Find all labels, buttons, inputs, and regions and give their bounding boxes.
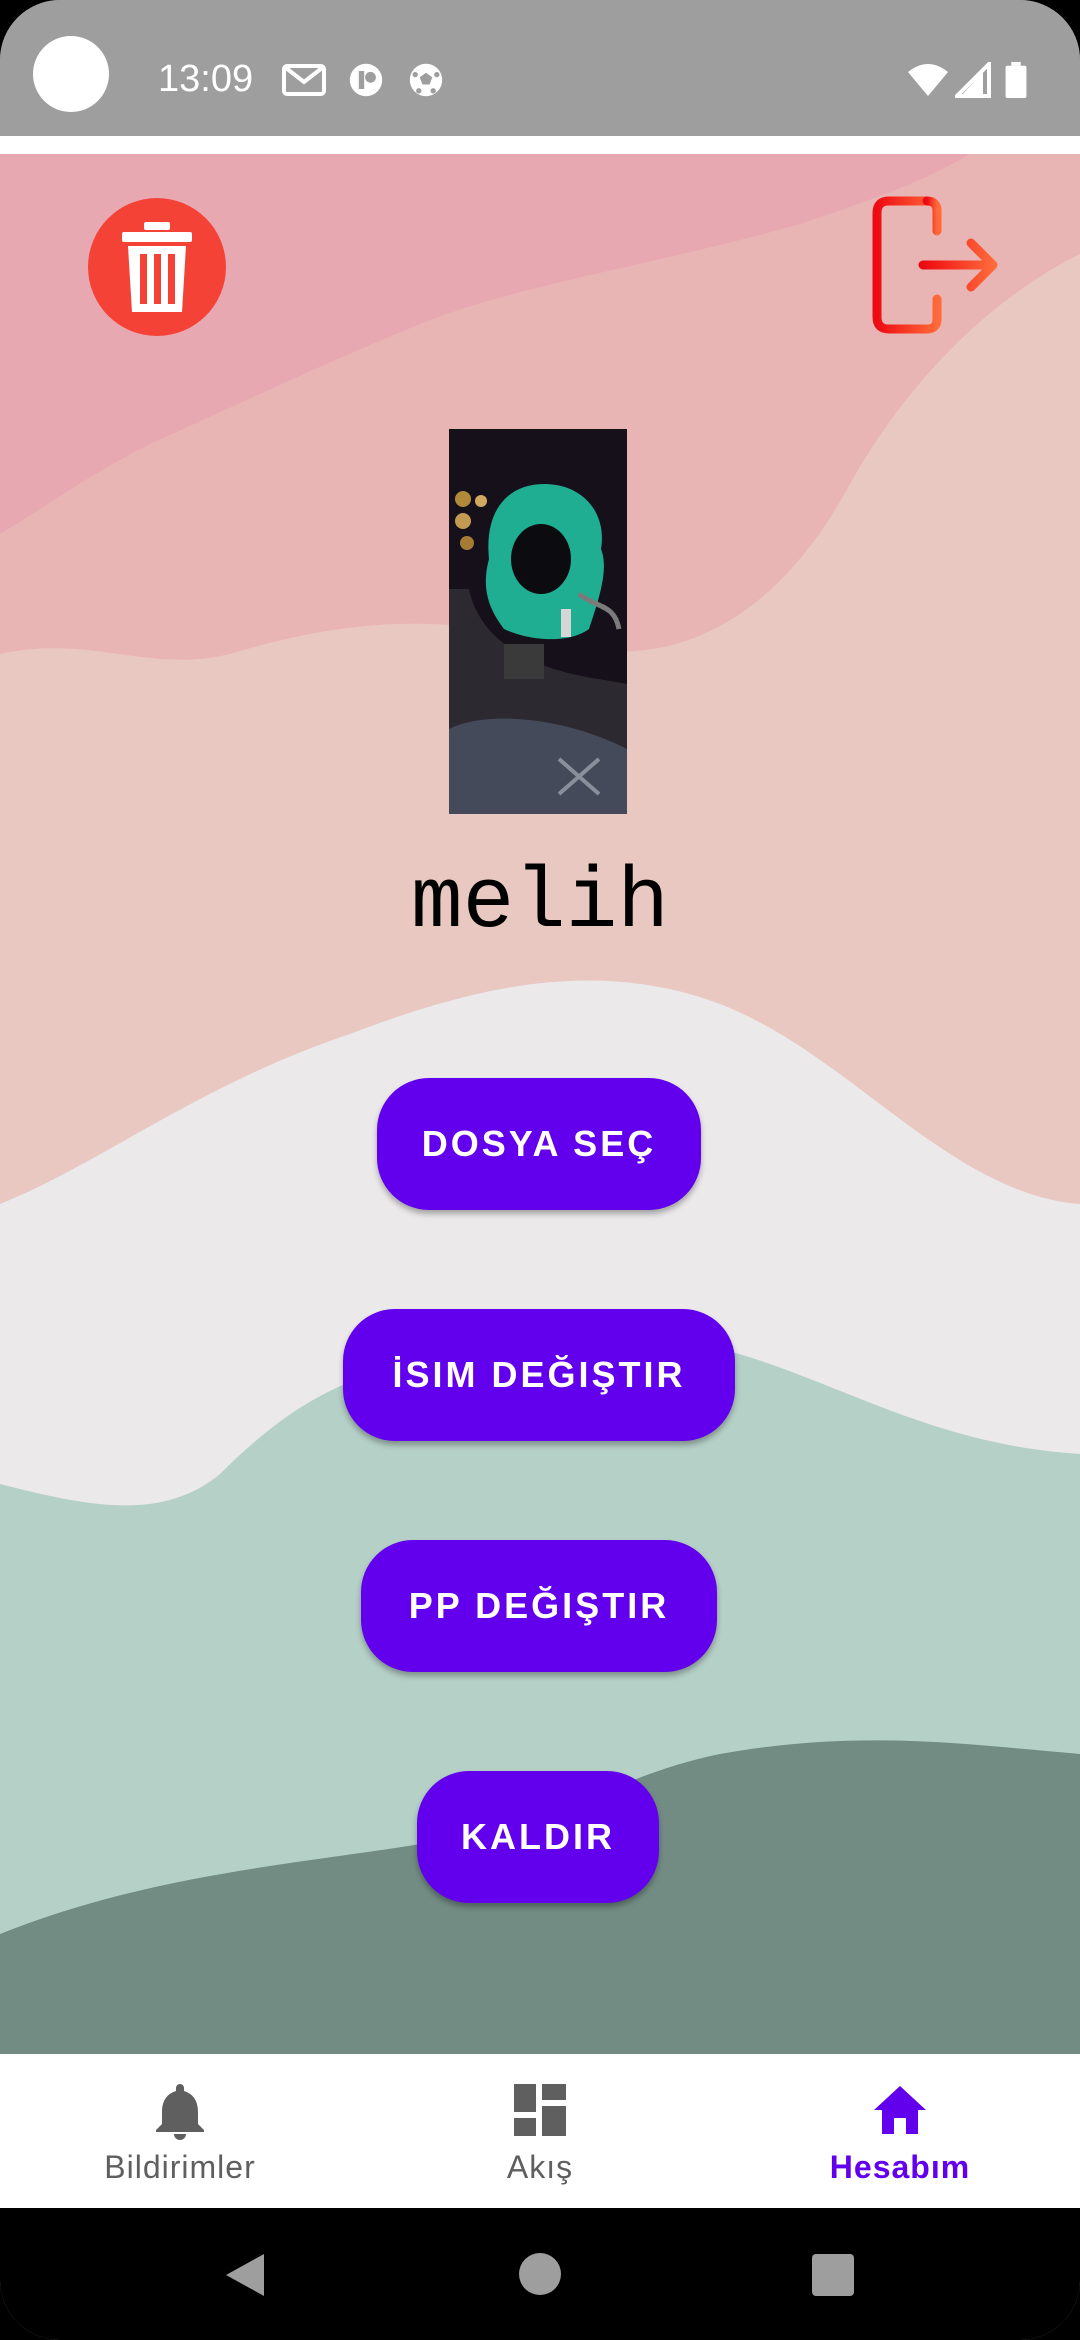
profile-photo-image: [449, 429, 627, 814]
recents-icon[interactable]: [812, 2254, 854, 2296]
system-navigation-bar: [0, 2208, 1080, 2340]
change-profile-picture-button[interactable]: PP DEĞIŞTIR: [361, 1540, 717, 1672]
back-icon[interactable]: [222, 2252, 266, 2298]
bottom-navigation: Bildirimler Akış Hesabım: [0, 2054, 1080, 2208]
battery-icon: [1005, 62, 1027, 98]
remove-button[interactable]: KALDIR: [417, 1771, 659, 1903]
phone-screen: 13:09 melih DOSYA SEÇ İSIM DEĞIŞTIR PP D…: [0, 0, 1080, 2340]
app-notification-icon: [349, 63, 383, 97]
account-screen: melih DOSYA SEÇ İSIM DEĞIŞTIR PP DEĞIŞTI…: [0, 154, 1080, 2054]
choose-file-button[interactable]: DOSYA SEÇ: [377, 1078, 701, 1210]
delete-account-button[interactable]: [88, 198, 226, 336]
dashboard-icon: [514, 2084, 566, 2136]
profile-picture: [449, 429, 627, 814]
home-circle-icon[interactable]: [518, 2252, 562, 2296]
wifi-icon: [908, 64, 948, 96]
change-name-button[interactable]: İSIM DEĞIŞTIR: [343, 1309, 735, 1441]
nav-item-notifications[interactable]: Bildirimler: [0, 2054, 360, 2208]
nav-item-feed[interactable]: Akış: [360, 2054, 720, 2208]
gmail-icon: [282, 64, 326, 96]
status-time: 13:09: [158, 58, 254, 100]
logout-icon: [872, 196, 998, 334]
logout-button[interactable]: [866, 194, 1006, 336]
nav-label-account: Hesabım: [829, 2149, 971, 2185]
home-icon: [874, 2086, 926, 2134]
front-camera: [33, 36, 109, 112]
nav-label-feed: Akış: [506, 2149, 574, 2185]
trash-icon: [122, 222, 192, 312]
status-divider: [0, 136, 1080, 154]
soccer-ball-icon: [409, 63, 443, 97]
bell-icon: [156, 2084, 204, 2140]
signal-icon: [955, 62, 991, 98]
status-bar: 13:09: [0, 0, 1080, 140]
username-label: melih: [410, 854, 670, 952]
nav-label-notifications: Bildirimler: [104, 2149, 256, 2185]
nav-item-account[interactable]: Hesabım: [720, 2054, 1080, 2208]
